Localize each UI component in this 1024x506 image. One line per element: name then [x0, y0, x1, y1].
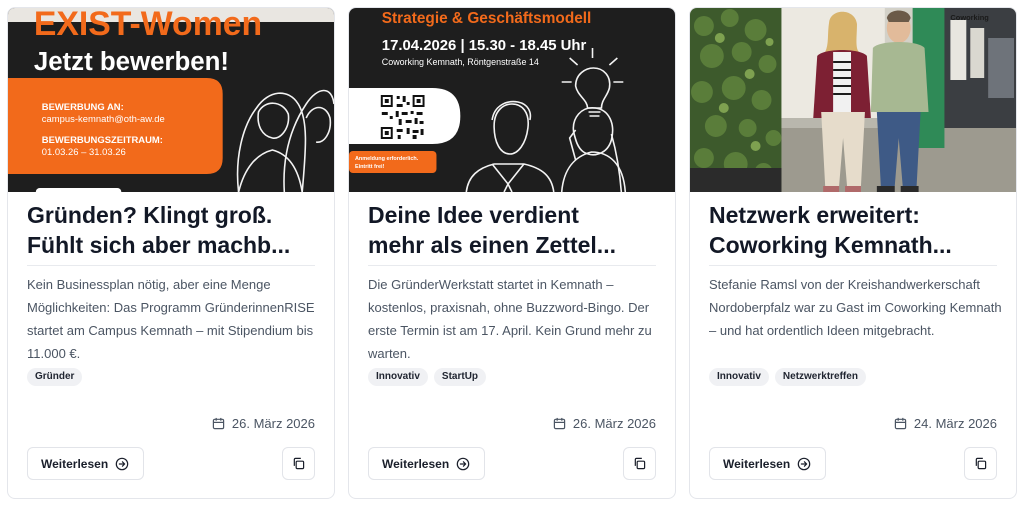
- qr-code: [378, 93, 427, 141]
- calendar-icon: [894, 417, 907, 430]
- read-more-button[interactable]: Weiterlesen: [709, 447, 827, 480]
- article-image[interactable]: Coworking: [690, 8, 1016, 192]
- poster-headline: Strategie & Geschäftsmodell: [382, 10, 592, 27]
- poster-label-apply: BEWERBUNG AN:: [42, 102, 124, 113]
- poster-subheadline: Jetzt bewerben!: [34, 48, 229, 76]
- publish-date-text: 24. März 2026: [913, 416, 997, 431]
- tag-gruender[interactable]: Gründer: [27, 368, 83, 386]
- article-title-line-2[interactable]: Coworking Kemnath...: [709, 230, 1001, 260]
- read-more-label: Weiterlesen: [382, 456, 450, 471]
- tag-netzwerktreffen[interactable]: Netzwerktreffen: [774, 368, 866, 386]
- tag-innovativ[interactable]: Innovativ: [709, 368, 769, 386]
- divider: [27, 265, 315, 266]
- tag-innovativ[interactable]: Innovativ: [368, 368, 428, 386]
- copy-link-button[interactable]: [282, 447, 315, 480]
- read-more-label: Weiterlesen: [41, 456, 109, 471]
- copy-icon: [975, 457, 987, 470]
- tag-list: Innovativ Netzwerktreffen: [709, 368, 866, 386]
- poster-email: campus-kemnath@oth-aw.de: [42, 114, 165, 125]
- divider: [368, 265, 656, 266]
- gruenderwerkstatt-poster: Strategie & Geschäftsmodell 17.04.2026 |…: [349, 8, 675, 192]
- poster-label-period: BEWERBUNGSZEITRAUM:: [42, 135, 163, 146]
- publish-date: 24. März 2026: [894, 416, 997, 431]
- exist-women-poster: EXIST-Women Jetzt bewerben! BEWERBUNG AN…: [8, 8, 334, 192]
- poster-period: 01.03.26 – 31.03.26: [42, 147, 126, 158]
- article-excerpt: Kein Businessplan nötig, aber eine Menge…: [27, 277, 315, 361]
- article-excerpt: Stefanie Ramsl von der Kreishandwerkersc…: [709, 277, 1002, 338]
- read-more-button[interactable]: Weiterlesen: [27, 447, 145, 480]
- copy-link-button[interactable]: [623, 447, 656, 480]
- tag-list: Gründer: [27, 368, 83, 386]
- article-excerpt: Die GründerWerkstatt startet in Kemnath …: [368, 277, 652, 361]
- photo-sign: Coworking: [950, 13, 989, 22]
- poster-location: Coworking Kemnath, Röntgenstraße 14: [382, 57, 539, 67]
- read-more-button[interactable]: Weiterlesen: [368, 447, 486, 480]
- publish-date-text: 26. März 2026: [231, 416, 315, 431]
- divider: [709, 265, 997, 266]
- article-image[interactable]: EXIST-Women Jetzt bewerben! BEWERBUNG AN…: [8, 8, 334, 192]
- publish-date-text: 26. März 2026: [572, 416, 656, 431]
- article-image[interactable]: Strategie & Geschäftsmodell 17.04.2026 |…: [349, 8, 675, 192]
- copy-icon: [293, 457, 305, 470]
- poster-headline: EXIST-Women: [34, 8, 262, 43]
- read-more-label: Weiterlesen: [723, 456, 791, 471]
- article-title-line-1[interactable]: Deine Idee verdient: [368, 200, 660, 230]
- article-card-exist-women: EXIST-Women Jetzt bewerben! BEWERBUNG AN…: [7, 7, 335, 499]
- article-title-line-2[interactable]: Fühlt sich aber machb...: [27, 230, 319, 260]
- arrow-right-circle-icon: [115, 457, 129, 470]
- poster-datetime: 17.04.2026 | 15.30 - 18.45 Uhr: [382, 37, 587, 54]
- arrow-right-circle-icon: [456, 457, 470, 470]
- article-title-line-1[interactable]: Gründen? Klingt groß.: [27, 200, 319, 230]
- copy-icon: [634, 457, 646, 470]
- article-title[interactable]: Gründen? Klingt groß. Fühlt sich aber ma…: [27, 200, 319, 260]
- article-title-line-1[interactable]: Netzwerk erweitert:: [709, 200, 1001, 230]
- article-card-gruenderwerkstatt: Strategie & Geschäftsmodell 17.04.2026 |…: [348, 7, 676, 499]
- article-title-line-2[interactable]: mehr als einen Zettel...: [368, 230, 660, 260]
- article-grid: EXIST-Women Jetzt bewerben! BEWERBUNG AN…: [7, 7, 1017, 499]
- poster-note-1: Anmeldung erforderlich.: [355, 156, 419, 162]
- calendar-icon: [212, 417, 225, 430]
- tag-list: Innovativ StartUp: [368, 368, 487, 386]
- tag-startup[interactable]: StartUp: [433, 368, 487, 386]
- publish-date: 26. März 2026: [553, 416, 656, 431]
- poster-note-2: Eintritt frei!: [355, 164, 385, 170]
- arrow-right-circle-icon: [797, 457, 811, 470]
- calendar-icon: [553, 417, 566, 430]
- publish-date: 26. März 2026: [212, 416, 315, 431]
- copy-link-button[interactable]: [964, 447, 997, 480]
- article-card-netzwerk: Coworking Netzwerk erweitert: Coworking …: [689, 7, 1017, 499]
- article-title[interactable]: Netzwerk erweitert: Coworking Kemnath...: [709, 200, 1001, 260]
- coworking-photo: Coworking: [690, 8, 1016, 192]
- article-title[interactable]: Deine Idee verdient mehr als einen Zette…: [368, 200, 660, 260]
